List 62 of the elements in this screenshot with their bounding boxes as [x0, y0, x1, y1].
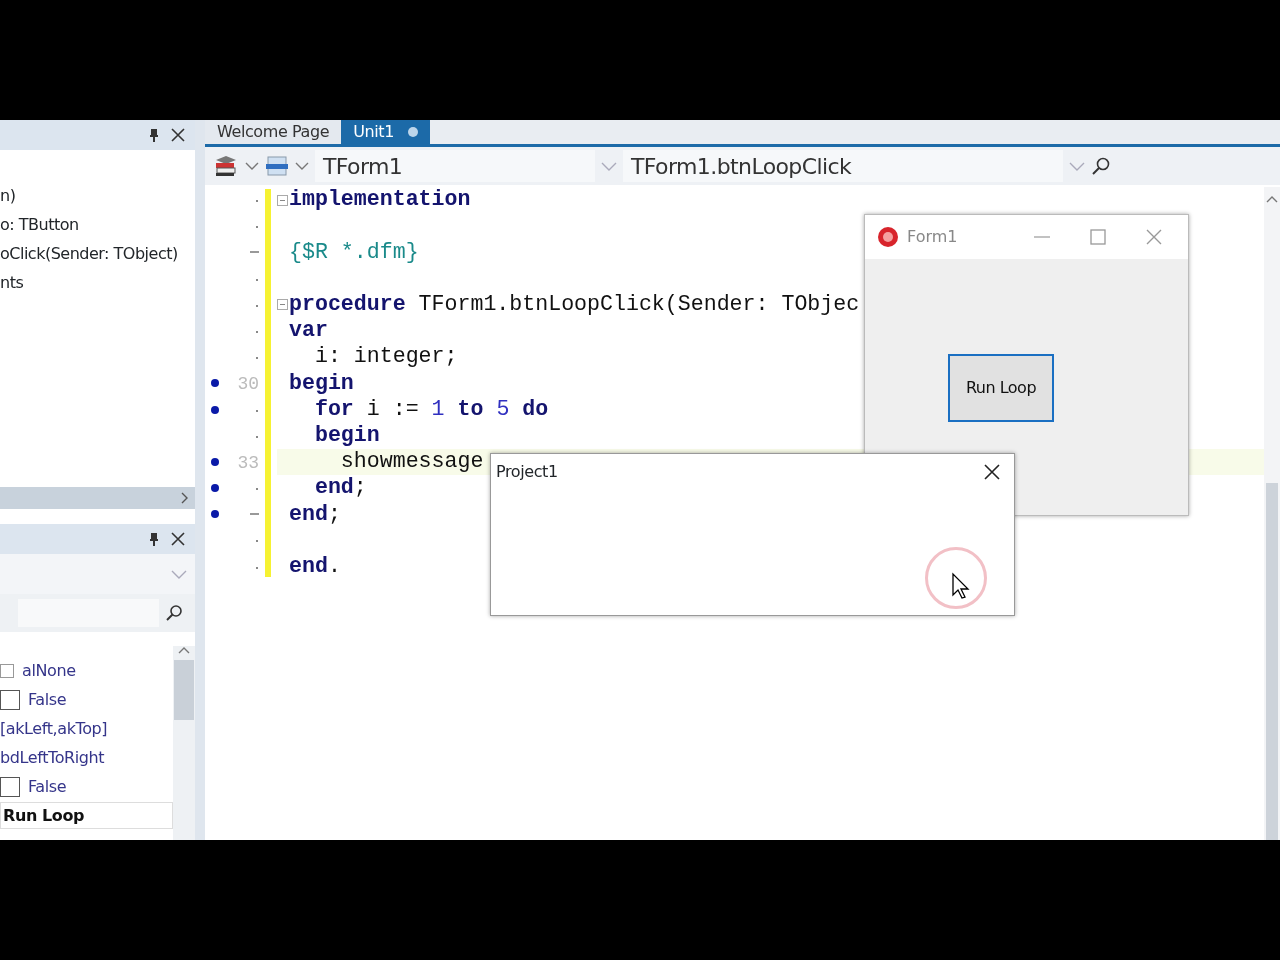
code-line: i: integer;: [313, 346, 458, 368]
tree-item[interactable]: nts: [0, 271, 195, 300]
breakpoint-dot[interactable]: [211, 405, 219, 414]
search-icon[interactable]: [1091, 156, 1111, 176]
class-combo[interactable]: TForm1: [315, 150, 595, 182]
editor-tab[interactable]: Unit1: [341, 120, 430, 144]
window-title: Form1: [907, 226, 958, 248]
scroll-right-icon[interactable]: [181, 492, 189, 504]
pin-icon[interactable]: [149, 128, 159, 142]
close-icon[interactable]: [171, 532, 185, 546]
line-number: 33: [237, 451, 259, 475]
search-icon[interactable]: [165, 604, 183, 622]
gutter-dash: [250, 513, 259, 516]
property-value[interactable]: [akLeft,akTop]: [0, 716, 108, 741]
fold-icon[interactable]: [277, 194, 288, 206]
app-logo-icon: [877, 226, 899, 248]
scrollbar-thumb[interactable]: [174, 660, 194, 720]
dialog-title: Project1: [496, 461, 558, 483]
tree-item[interactable]: o: TButton: [0, 213, 195, 242]
method-combo[interactable]: TForm1.btnLoopClick: [623, 150, 1063, 182]
enum-icon: [0, 663, 14, 678]
code-line: end.: [289, 555, 341, 578]
breakpoint-dot[interactable]: [211, 484, 219, 493]
close-icon[interactable]: [171, 128, 185, 142]
cursor-icon: [951, 572, 971, 600]
scroll-up-icon[interactable]: [178, 646, 190, 654]
pin-icon[interactable]: [149, 532, 159, 546]
code-line: end;: [313, 477, 367, 499]
component-icon[interactable]: [265, 154, 289, 178]
code-line: showmessage: [339, 451, 484, 473]
code-line: implementation: [289, 189, 471, 211]
code-line: begin: [313, 425, 380, 447]
code-line: procedure TForm1.btnLoopClick(Sender: TObjec: [289, 294, 860, 316]
breakpoint-dot[interactable]: [211, 510, 219, 519]
close-icon[interactable]: [984, 464, 1000, 480]
chevron-down-icon[interactable]: [245, 162, 259, 170]
checkbox[interactable]: [0, 689, 20, 710]
code-line: end;: [289, 503, 341, 526]
code-line: begin: [289, 372, 354, 395]
breakpoint-dot[interactable]: [211, 379, 219, 388]
scrollbar-thumb[interactable]: [1266, 483, 1278, 840]
tree-item[interactable]: oClick(Sender: TObject): [0, 242, 195, 271]
books-icon[interactable]: [213, 154, 239, 178]
breakpoint-dot[interactable]: [211, 457, 219, 466]
property-value[interactable]: alNone: [22, 658, 76, 683]
property-value[interactable]: False: [28, 687, 67, 712]
chevron-down-icon[interactable]: [295, 162, 309, 170]
tree-item[interactable]: n): [0, 184, 195, 213]
property-value[interactable]: bdLeftToRight: [0, 745, 105, 770]
fold-icon[interactable]: [277, 299, 288, 311]
run-loop-button[interactable]: Run Loop: [948, 354, 1054, 422]
property-edit-field[interactable]: Run Loop: [0, 802, 173, 829]
property-value[interactable]: False: [28, 774, 67, 799]
checkbox[interactable]: [0, 776, 20, 797]
code-line: {$R *.dfm}: [289, 241, 419, 264]
gutter-dash: [250, 251, 259, 254]
modified-dot: [408, 127, 418, 137]
code-line: var: [289, 320, 328, 342]
scroll-up-icon[interactable]: [1266, 195, 1278, 203]
code-line: for i := 1 to 5 do: [313, 398, 549, 421]
editor-tab[interactable]: Welcome Page: [205, 120, 342, 144]
line-number: 30: [237, 373, 259, 397]
